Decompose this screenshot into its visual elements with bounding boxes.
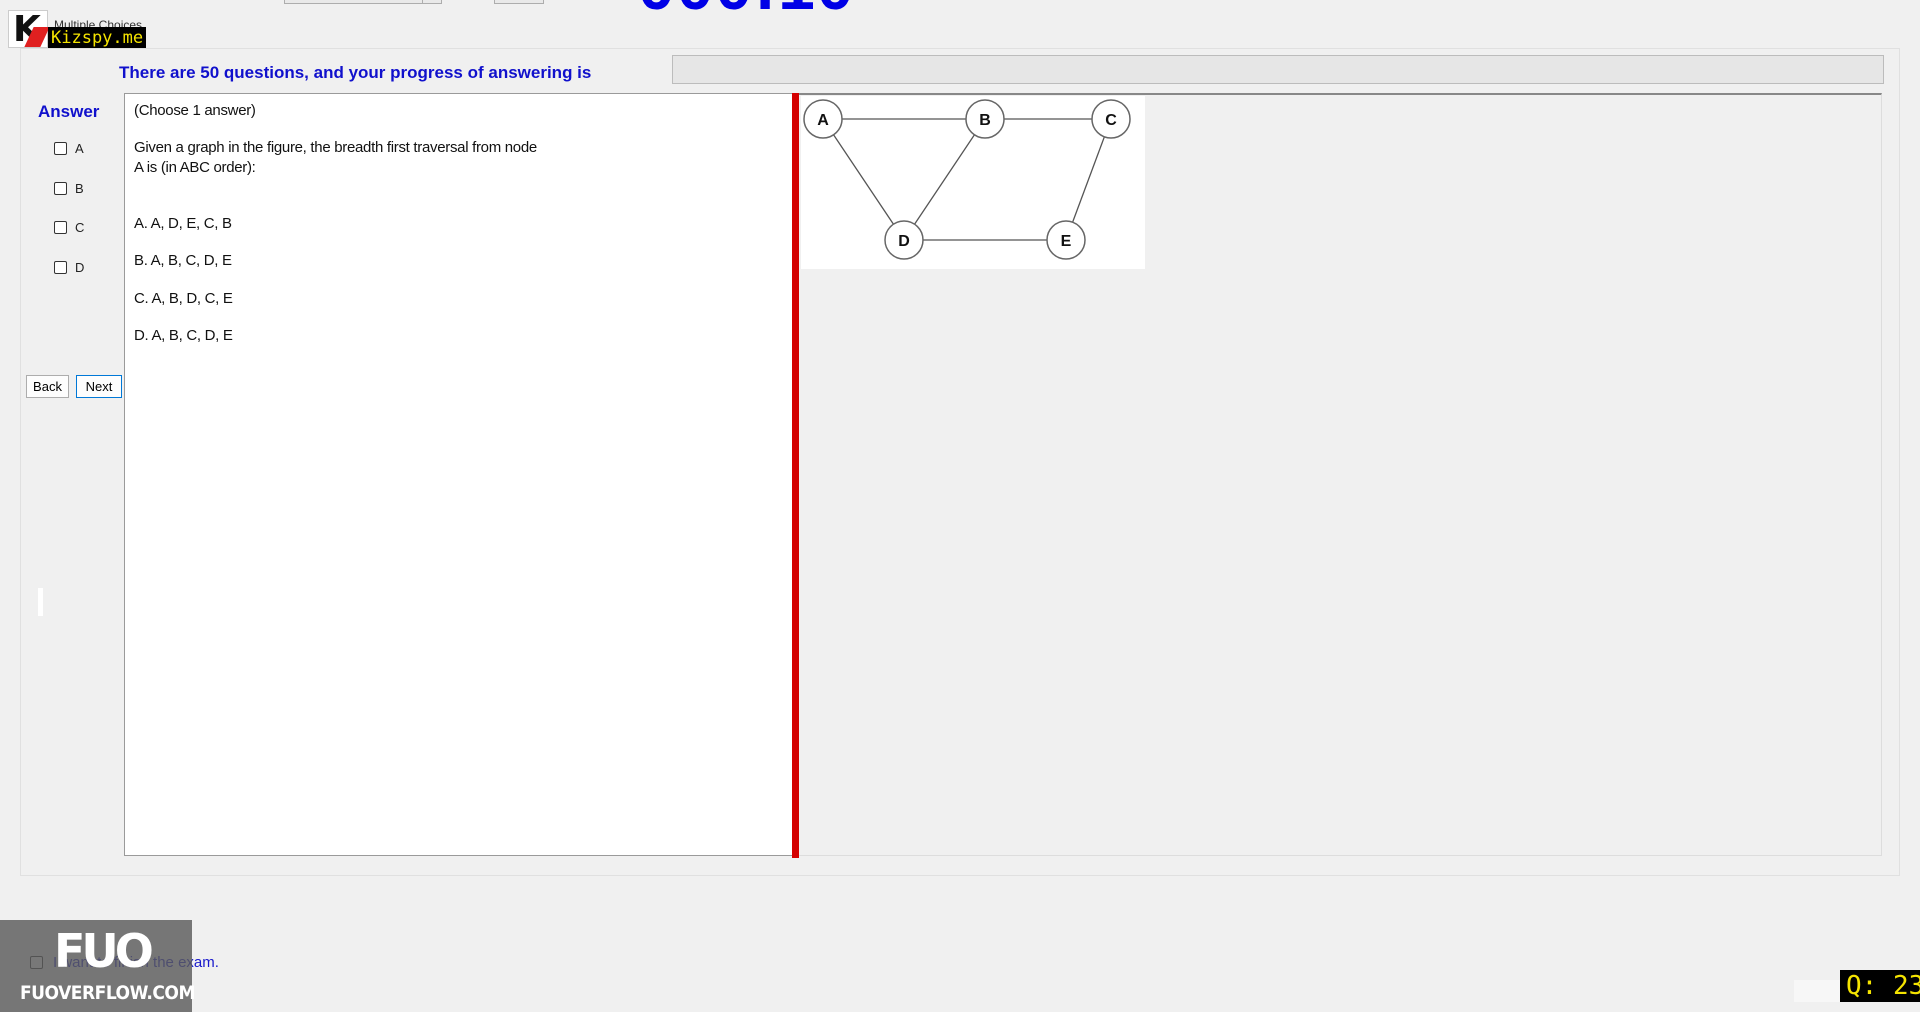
checkbox-icon[interactable] xyxy=(54,141,67,155)
answer-option-label: A xyxy=(75,140,84,156)
graph-node-e: E xyxy=(1046,220,1086,260)
question-choice-b: B. A, B, C, D, E xyxy=(134,252,232,269)
graph-figure: A B C D E xyxy=(801,96,1145,269)
image-pane: A B C D E xyxy=(799,93,1882,856)
question-text-line-1: Given a graph in the figure, the breadth… xyxy=(134,139,537,156)
answer-title: Answer xyxy=(38,102,100,121)
progress-label: There are 50 questions, and your progres… xyxy=(119,63,592,82)
left-edge-marker xyxy=(38,588,43,616)
graph-svg: A B C D E xyxy=(803,99,1131,260)
question-choice-a: A. A, D, E, C, B xyxy=(134,215,232,232)
graph-edge-a-d xyxy=(822,118,905,241)
fuo-logo-icon: FUO xyxy=(54,924,154,978)
kizspy-watermark: Multiple Choices K Kizspy.me xyxy=(8,9,147,50)
svg-text:B: B xyxy=(979,112,991,129)
answer-option-label: B xyxy=(75,180,84,196)
graph-node-d: D xyxy=(884,220,924,260)
question-pane xyxy=(124,93,794,856)
graph-node-a: A xyxy=(803,99,843,139)
next-button[interactable]: Next xyxy=(76,375,122,398)
graph-node-c: C xyxy=(1091,99,1131,139)
back-button[interactable]: Back xyxy=(26,375,69,398)
checkbox-icon[interactable] xyxy=(54,181,67,195)
progress-bar xyxy=(672,55,1884,84)
top-dropdown[interactable] xyxy=(284,0,442,4)
question-text-line-2: A is (in ABC order): xyxy=(134,159,256,176)
checkbox-icon[interactable] xyxy=(54,260,67,274)
question-choice-d: D. A, B, C, D, E xyxy=(134,327,233,344)
badge-backdrop xyxy=(1794,980,1840,1002)
kizspy-logo-icon: K xyxy=(8,9,50,50)
svg-text:E: E xyxy=(1061,233,1072,250)
graph-node-b: B xyxy=(965,99,1005,139)
answer-option-label: D xyxy=(75,259,85,275)
fuoverflow-watermark: FUO FUOVERFLOW.COM xyxy=(0,920,195,1012)
answer-option-label: C xyxy=(75,219,85,235)
pane-splitter[interactable] xyxy=(792,93,799,858)
question-number-badge: Q: 23 xyxy=(1840,970,1920,1002)
kizspy-site-label: Kizspy.me xyxy=(48,27,147,49)
top-small-dropdown[interactable] xyxy=(494,0,544,4)
dropdown-arrow-icon xyxy=(422,0,441,3)
svg-text:C: C xyxy=(1105,112,1117,129)
graph-edge-b-d xyxy=(903,118,986,241)
answer-option-a[interactable]: A xyxy=(54,139,84,157)
answer-option-c[interactable]: C xyxy=(54,218,84,236)
svg-text:A: A xyxy=(817,112,829,129)
svg-text:D: D xyxy=(898,233,910,250)
exam-timer: 000:10 xyxy=(638,0,856,24)
question-instruction: (Choose 1 answer) xyxy=(134,102,256,119)
answer-option-d[interactable]: D xyxy=(54,258,84,276)
question-choice-c: C. A, B, D, C, E xyxy=(134,290,233,307)
answer-option-b[interactable]: B xyxy=(54,179,84,197)
fuoverflow-site-label: FUOVERFLOW.COM xyxy=(20,982,195,1004)
checkbox-icon[interactable] xyxy=(54,220,67,234)
